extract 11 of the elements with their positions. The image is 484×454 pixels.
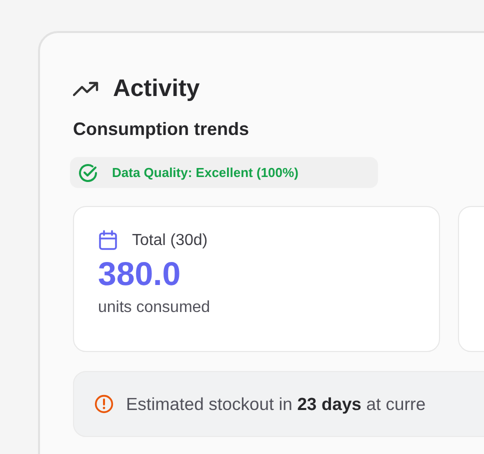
stat-unit: units consumed [98, 299, 212, 317]
notice-text: Estimated stockout in 23 days at curre [126, 394, 426, 414]
section-subtitle: Consumption trends [73, 119, 250, 140]
stat-value: 380.0 [98, 255, 182, 293]
alert-circle-icon [94, 394, 114, 414]
calendar-icon [98, 230, 118, 251]
check-circle-icon [78, 162, 98, 182]
trending-up-icon [73, 81, 99, 97]
section-title: Activity [113, 75, 200, 103]
data-quality-badge: Data Quality: Excellent (100%) [70, 157, 378, 188]
stat-label: Total (30d) [132, 232, 208, 250]
